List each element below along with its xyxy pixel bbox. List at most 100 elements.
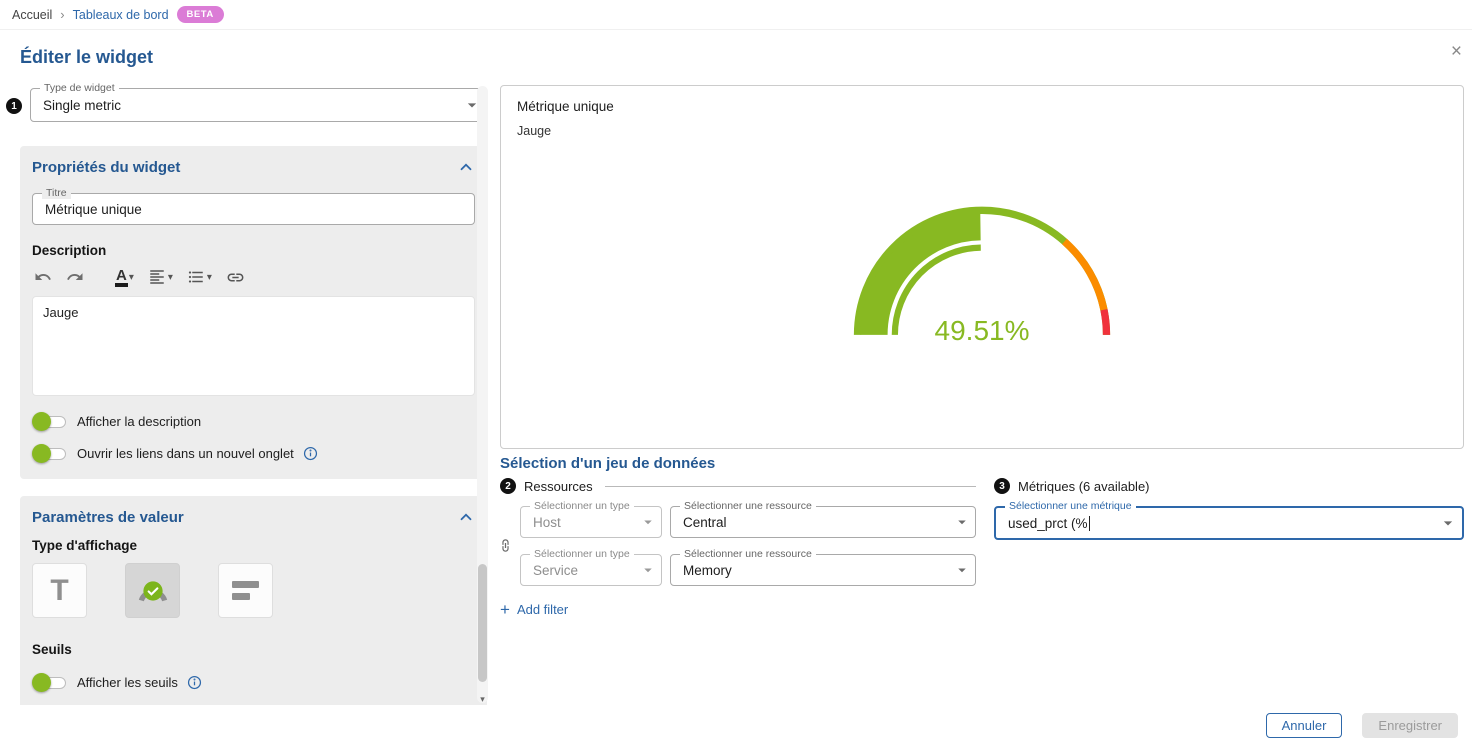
chevron-down-icon — [639, 561, 657, 579]
add-filter-button[interactable]: + Add filter — [500, 601, 568, 618]
collapse-chevron-up-icon[interactable] — [457, 158, 475, 176]
resource-type-select-1[interactable]: Sélectionner un type Host — [520, 506, 662, 538]
title-input-value: Métrique unique — [45, 202, 142, 217]
metrics-header: 3 Métriques (6 available) — [994, 478, 1464, 494]
show-description-label: Afficher la description — [77, 414, 201, 429]
text-display-icon: T — [50, 574, 68, 608]
close-icon[interactable]: × — [1451, 42, 1462, 61]
show-description-row: Afficher la description — [32, 412, 475, 431]
selected-check-icon — [142, 580, 163, 601]
display-type-buttons: T — [32, 563, 475, 618]
resource-select-1[interactable]: Sélectionner une ressource Central — [670, 506, 976, 538]
breadcrumb-separator-icon: › — [60, 7, 64, 22]
value-parameters-header: Paramètres de valeur — [32, 508, 475, 526]
open-links-row: Ouvrir les liens dans un nouvel onglet — [32, 444, 475, 463]
gauge-value: 49.51% — [816, 315, 1148, 347]
add-filter-label: Add filter — [517, 602, 568, 617]
thresholds-label: Seuils — [32, 642, 475, 657]
show-description-toggle[interactable] — [32, 412, 68, 431]
open-links-label: Ouvrir les liens dans un nouvel onglet — [77, 446, 294, 461]
resource-select-value: Memory — [683, 563, 732, 578]
scrollbar-down-arrow-icon[interactable]: ▾ — [477, 694, 488, 705]
align-button[interactable]: ▾ — [146, 266, 175, 288]
title-input[interactable]: Titre Métrique unique — [32, 193, 475, 225]
open-links-toggle[interactable] — [32, 444, 68, 463]
show-thresholds-row: Afficher les seuils — [32, 673, 475, 692]
metric-select-value: used_prct (% — [1008, 516, 1090, 531]
dataset-area: 2 Ressources Sélectionner un type Host S… — [500, 478, 1464, 618]
chevron-down-icon: ▾ — [207, 272, 212, 283]
list-button[interactable]: ▾ — [185, 266, 214, 288]
bulleted-list-icon — [187, 268, 205, 286]
footer-actions: Annuler Enregistrer — [1266, 713, 1458, 738]
resource-type-select-2[interactable]: Sélectionner un type Service — [520, 554, 662, 586]
link-icon — [226, 268, 245, 287]
align-left-icon — [148, 268, 166, 286]
cancel-button[interactable]: Annuler — [1266, 713, 1343, 738]
widget-preview-panel: Métrique unique Jauge 49.51% — [500, 85, 1464, 449]
resource-select-value: Central — [683, 515, 727, 530]
widget-type-select[interactable]: Type de widget Single metric — [30, 88, 487, 122]
resource-select-label: Sélectionner une ressource — [680, 548, 816, 560]
display-type-text-button[interactable]: T — [32, 563, 87, 618]
chevron-down-icon: ▾ — [168, 272, 173, 283]
text-cursor — [1089, 516, 1091, 531]
resources-header: 2 Ressources — [500, 478, 976, 494]
preview-title: Métrique unique — [517, 99, 1447, 114]
beta-badge: BETA — [177, 6, 224, 23]
resources-divider — [605, 486, 976, 487]
display-type-label: Type d'affichage — [32, 538, 475, 553]
chevron-down-icon: ▾ — [129, 272, 134, 283]
redo-icon[interactable] — [64, 266, 86, 288]
info-icon[interactable] — [187, 675, 202, 690]
resource-row: Sélectionner un type Host Sélectionner u… — [520, 506, 976, 538]
value-parameters-panel: Paramètres de valeur Type d'affichage T — [20, 496, 487, 705]
resource-row: Sélectionner un type Service Sélectionne… — [520, 554, 976, 586]
display-type-bars-button[interactable] — [218, 563, 273, 618]
resources-label: Ressources — [524, 479, 593, 494]
bars-display-icon — [232, 581, 259, 600]
font-color-icon: A — [116, 268, 127, 287]
link-resources-icon[interactable] — [498, 538, 513, 553]
collapse-chevron-up-icon[interactable] — [457, 508, 475, 526]
resource-type-value: Host — [533, 515, 561, 530]
breadcrumb-home-link[interactable]: Accueil — [12, 8, 52, 22]
info-icon[interactable] — [303, 446, 318, 461]
font-color-button[interactable]: A ▾ — [114, 266, 136, 289]
chevron-down-icon — [1438, 513, 1458, 533]
metrics-column: 3 Métriques (6 available) Sélectionner u… — [994, 478, 1464, 540]
show-thresholds-toggle[interactable] — [32, 673, 68, 692]
chevron-down-icon — [953, 561, 971, 579]
metric-select[interactable]: Sélectionner une métrique used_prct (% — [994, 506, 1464, 540]
metrics-label: Métriques (6 available) — [1018, 479, 1150, 494]
display-type-gauge-button[interactable] — [125, 563, 180, 618]
chevron-down-icon — [953, 513, 971, 531]
widget-properties-header: Propriétés du widget — [32, 158, 475, 176]
gauge-chart: 49.51% — [816, 168, 1148, 351]
resource-type-label: Sélectionner un type — [530, 548, 634, 560]
title-input-label: Titre — [42, 187, 71, 199]
step-1-badge: 1 — [6, 98, 22, 114]
widget-editor-page: Accueil › Tableaux de bord BETA Éditer l… — [0, 0, 1472, 743]
description-textarea[interactable]: Jauge — [32, 296, 475, 396]
widget-properties-panel: Propriétés du widget Titre Métrique uniq… — [20, 146, 487, 479]
chevron-down-icon — [639, 513, 657, 531]
rich-text-toolbar: A ▾ ▾ ▾ — [32, 263, 475, 291]
scrollbar-thumb[interactable] — [478, 564, 487, 682]
resources-column: 2 Ressources Sélectionner un type Host S… — [500, 478, 976, 618]
resource-type-label: Sélectionner un type — [530, 500, 634, 512]
step-3-badge: 3 — [994, 478, 1010, 494]
toggle-thumb — [32, 673, 51, 692]
preview-description: Jauge — [517, 124, 1447, 138]
description-label: Description — [32, 243, 475, 258]
breadcrumb-dashboards-link[interactable]: Tableaux de bord — [73, 8, 169, 22]
plus-icon: + — [500, 601, 510, 618]
page-title: Éditer le widget — [20, 47, 153, 68]
resource-select-2[interactable]: Sélectionner une ressource Memory — [670, 554, 976, 586]
save-button[interactable]: Enregistrer — [1362, 713, 1458, 738]
left-column-scrollbar[interactable]: ▾ — [477, 86, 488, 703]
metric-select-label: Sélectionner une métrique — [1005, 500, 1136, 512]
resource-select-label: Sélectionner une ressource — [680, 500, 816, 512]
link-button[interactable] — [224, 266, 247, 289]
undo-icon[interactable] — [32, 266, 54, 288]
